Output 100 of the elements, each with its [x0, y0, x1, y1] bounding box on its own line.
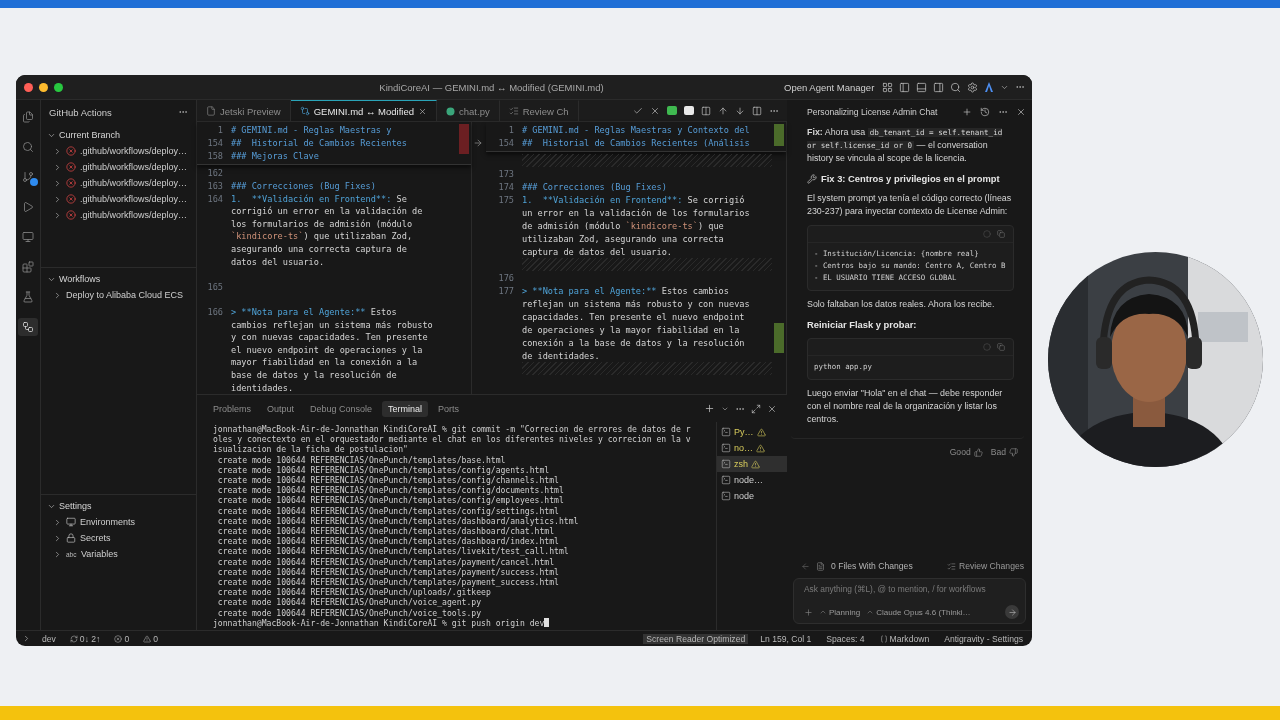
terminal-session[interactable]: no…	[717, 440, 787, 456]
status-item[interactable]: Screen Reader Optimized	[643, 633, 749, 644]
terminal-session[interactable]: zsh	[717, 456, 787, 472]
panel-left-icon[interactable]	[899, 81, 911, 93]
code-line: cambios reflejan un sistema más robusto	[231, 319, 433, 330]
split-icon[interactable]	[752, 105, 762, 116]
files-icon	[22, 111, 34, 123]
tree-item[interactable]: .github/workflows/deploy…	[80, 194, 188, 204]
panel-tab[interactable]: Output	[261, 400, 301, 417]
editor-tab[interactable]: Review Ch	[499, 100, 579, 121]
terminal-line: jonnathan@MacBook-Air-de-Jonnathan KindiCoreAI % git push origin dev	[213, 617, 545, 629]
flask-icon	[22, 291, 34, 303]
tree-item[interactable]: Secrets	[80, 533, 111, 543]
chat-paragraph: El system prompt ya tenía el código correcto (líneas 230-237) para inyectar contexto de License Admin:	[807, 192, 1013, 218]
minimize-button[interactable]	[39, 82, 48, 92]
account-icon[interactable]	[984, 81, 995, 93]
revert-arrow-icon[interactable]	[473, 138, 483, 148]
arrow-down-icon[interactable]	[735, 105, 745, 116]
close-icon[interactable]	[418, 106, 428, 116]
panel-right-icon[interactable]	[933, 81, 945, 93]
code-line: 1. **Validación en Frontend**: Se corrigió	[522, 194, 745, 205]
tree-item[interactable]: .github/workflows/deploy…	[80, 162, 188, 172]
status-item[interactable]: Markdown	[876, 633, 933, 644]
close-icon[interactable]	[767, 403, 777, 414]
layout-icon[interactable]	[882, 81, 894, 93]
terminal-session[interactable]: Py…	[717, 424, 787, 440]
search-icon[interactable]	[950, 81, 962, 93]
errors-status[interactable]: 0	[111, 633, 133, 644]
sync-badge-icon	[30, 178, 38, 186]
editor-tab[interactable]: GEMINI.md ↔ Modified	[290, 100, 438, 121]
editor-tab[interactable]: Jetski Preview	[197, 100, 291, 121]
bad-button[interactable]: Bad	[990, 447, 1018, 457]
status-item[interactable]: Ln 159, Col 1	[757, 633, 815, 644]
terminal-line: jonnathan@MacBook-Air-de-Jonnathan KindiCoreAI % git commit -m "Correcion de errores de datos de r	[213, 424, 691, 435]
lock-icon	[66, 533, 76, 543]
line-number: 162	[206, 168, 224, 179]
section-title[interactable]: Settings	[59, 501, 92, 511]
terminal-session[interactable]: node	[717, 488, 787, 504]
section-title[interactable]: Workflows	[59, 274, 101, 284]
tree-item[interactable]: .github/workflows/deploy…	[80, 146, 188, 156]
panel-tab[interactable]: Terminal	[382, 400, 429, 417]
arrow-up-icon[interactable]	[718, 105, 728, 116]
tree-item[interactable]: .github/workflows/deploy…	[80, 210, 188, 220]
add-icon[interactable]	[804, 607, 813, 617]
caret-icon	[819, 608, 827, 616]
blocks-icon	[22, 261, 34, 273]
code-line: mayor fiabilidad en la conexión a la	[231, 357, 418, 368]
sync-status[interactable]: 0↓ 2↑	[66, 633, 104, 644]
error-icon	[66, 178, 76, 188]
columns-icon[interactable]	[701, 105, 711, 116]
line-number: 165	[206, 281, 224, 292]
terminal-line: create mode 100644 REFERENCIAS/OnePunch/uploads/.gitkeep	[216, 587, 491, 598]
review-button[interactable]: Review Changes	[947, 561, 1024, 571]
branch-icon	[22, 171, 34, 183]
settings-icon[interactable]	[967, 81, 979, 93]
tree-item[interactable]: Deploy to Alibaba Cloud ECS	[66, 290, 184, 300]
tree-item[interactable]: Variables	[81, 549, 118, 559]
tree-item[interactable]: Environments	[80, 517, 136, 527]
section-title[interactable]: Current Branch	[59, 130, 121, 140]
code-line: captura de datos del usuario.	[522, 246, 673, 257]
line-number: 173	[497, 168, 515, 179]
close-icon[interactable]	[1016, 107, 1026, 117]
status-item[interactable]: Spaces: 4	[823, 633, 868, 644]
chat-input[interactable]: Ask anything (⌘L), @ to mention, / for workflows Planning Claude Opus 4.6 (Thinki…	[793, 578, 1026, 624]
add-icon[interactable]	[704, 403, 715, 414]
panel-bottom-icon[interactable]	[916, 81, 928, 93]
code-line: conexión a la base de datos y la resolución	[522, 337, 745, 348]
chat-paragraph: Luego enviar "Hola" en el chat — debe responder con el nombre real de la organización y listar los centros.	[807, 387, 1004, 426]
compare-icon	[299, 106, 310, 116]
branch-status[interactable]: dev	[39, 633, 59, 644]
activity-bar-item[interactable]	[18, 318, 38, 336]
reject-icon[interactable]	[650, 105, 660, 116]
editor-tab[interactable]: chat.py	[437, 100, 500, 121]
accept-icon[interactable]	[633, 105, 643, 116]
panel-tab[interactable]: Ports	[432, 400, 466, 417]
status-item[interactable]: Antigravity - Settings	[941, 633, 1026, 644]
good-button[interactable]: Good	[949, 447, 983, 457]
close-button[interactable]	[24, 82, 33, 92]
maximize-button[interactable]	[54, 82, 63, 92]
send-button[interactable]	[1005, 605, 1019, 619]
remote-icon[interactable]	[22, 634, 31, 643]
tree-item[interactable]: .github/workflows/deploy…	[80, 178, 188, 188]
model-picker[interactable]: Claude Opus 4.6 (Thinki…	[866, 607, 971, 617]
workflow-icon	[22, 321, 34, 333]
history-icon[interactable]	[980, 107, 990, 117]
code-line: corrigió un error en la validación de	[231, 206, 423, 217]
agent-manager-button[interactable]: Open Agent Manager	[784, 81, 875, 93]
terminal-line: create mode 100644 REFERENCIAS/OnePunch/templates/config/channels.html	[216, 475, 559, 486]
error-icon	[66, 146, 76, 156]
terminal-session[interactable]: node…	[717, 472, 787, 488]
panel-tab[interactable]: Debug Console	[304, 400, 379, 417]
maximize-icon[interactable]	[751, 403, 761, 414]
monitor-icon	[22, 231, 34, 243]
mode-picker[interactable]: Planning	[819, 607, 861, 617]
code-line: de identidades.	[522, 350, 600, 361]
add-icon[interactable]	[962, 107, 972, 117]
warnings-status[interactable]: 0	[140, 633, 161, 644]
panel-tab[interactable]: Problems	[207, 400, 257, 417]
search-icon	[22, 141, 34, 153]
wrench-icon	[807, 173, 817, 184]
